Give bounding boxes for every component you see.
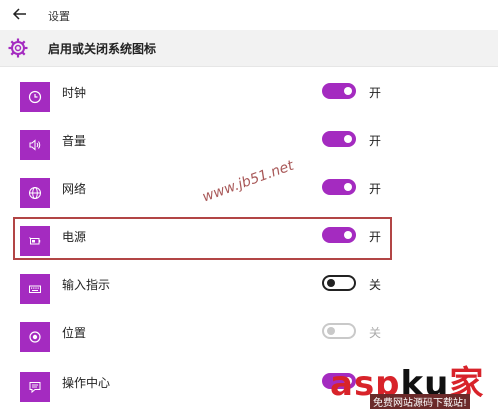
keyboard-icon [20,274,50,304]
clock-icon [20,82,50,112]
item-label: 位置 [62,326,87,340]
list-item-clock: 时钟 开 [0,76,498,122]
toggle-state-label: 开 [369,134,382,148]
highlight-frame [13,217,392,260]
item-label: 时钟 [62,86,87,100]
gear-icon [8,38,28,58]
page-header: 启用或关闭系统图标 [0,30,498,67]
toggle-location[interactable] [322,323,356,339]
back-arrow-icon[interactable] [12,6,28,22]
toggle-input-indicator[interactable] [322,275,356,291]
toggle-network[interactable] [322,179,356,195]
title-bar: 设置 [0,0,498,30]
page-title: 启用或关闭系统图标 [48,42,157,56]
toggle-state-label: 开 [369,86,382,100]
toggle-state-label: 关 [369,278,382,292]
toggle-clock[interactable] [322,83,356,99]
toggle-state-label: 关 [369,326,382,340]
item-label: 操作中心 [62,376,111,390]
logo-subtitle: 免费网站源码下载站! [370,394,471,409]
window-title: 设置 [48,10,70,23]
action-center-icon [20,372,50,402]
globe-icon [20,178,50,208]
item-label: 网络 [62,182,87,196]
toggle-state-label: 开 [369,182,382,196]
speaker-icon [20,130,50,160]
list-item-volume: 音量 开 [0,124,498,170]
item-label: 输入指示 [62,278,111,292]
location-icon [20,322,50,352]
list-item-input-indicator: 输入指示 关 [0,268,498,314]
item-label: 音量 [62,134,87,148]
toggle-volume[interactable] [322,131,356,147]
site-logo: aspku家 免费网站源码下载站! [330,356,498,411]
